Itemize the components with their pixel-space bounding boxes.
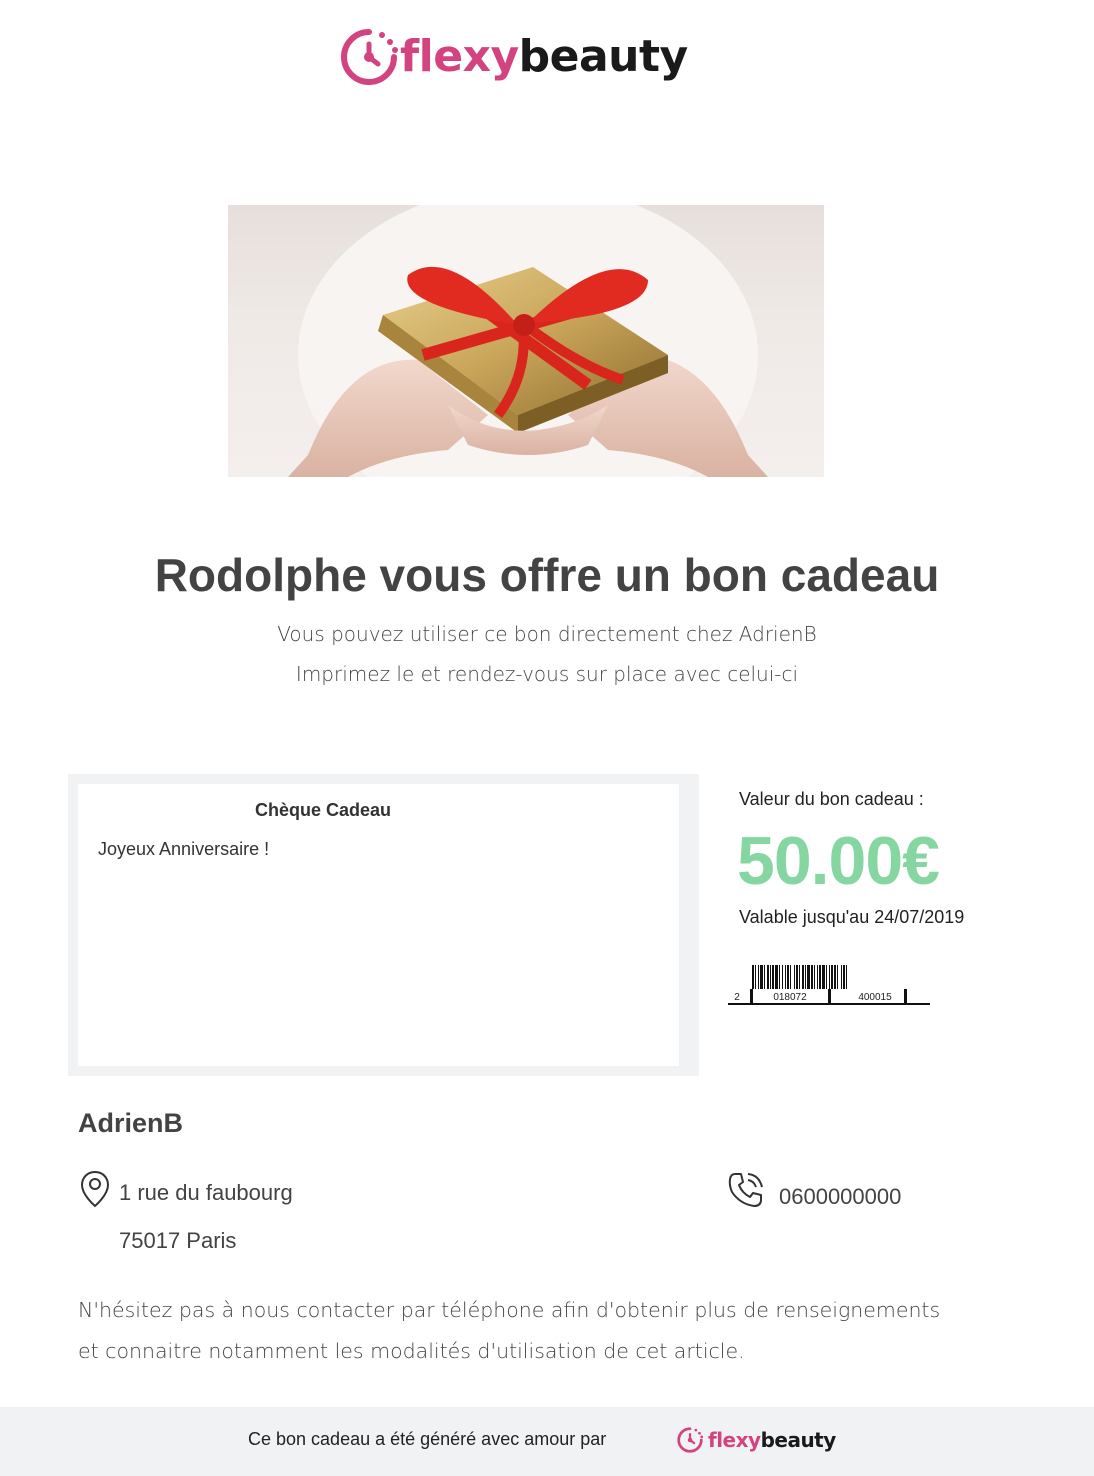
footer: Ce bon cadeau a été généré avec amour pa… <box>0 1407 1094 1476</box>
barcode-baseline <box>728 1003 930 1005</box>
barcode-bar <box>758 965 759 989</box>
barcode-bar <box>785 965 786 989</box>
barcode-bar <box>775 965 778 989</box>
barcode-bar <box>796 965 798 989</box>
barcode-guard <box>904 989 907 1003</box>
barcode-bar <box>799 965 800 989</box>
barcode-bar <box>817 965 818 989</box>
barcode-bar <box>807 965 810 989</box>
merchant-name: AdrienB <box>78 1108 184 1138</box>
barcode-bar <box>755 965 756 989</box>
validity-date: Valable jusqu'au 24/07/2019 <box>739 907 965 927</box>
footer-brand-wordmark: flexybeauty <box>708 1428 836 1452</box>
footer-text: Ce bon cadeau a été généré avec amour pa… <box>248 1429 607 1449</box>
footer-brand-logo: flexybeauty <box>676 1425 836 1455</box>
barcode-bar <box>822 965 825 989</box>
clock-check-icon <box>677 1427 704 1453</box>
barcode-bar <box>826 965 827 989</box>
barcode-bar <box>814 965 815 989</box>
barcode-bar <box>805 965 806 989</box>
barcode-bar <box>782 965 783 989</box>
address-line-1: 1 rue du faubourg <box>119 1180 293 1205</box>
page-title: Rodolphe vous offre un bon cadeau <box>154 549 940 601</box>
barcode-bar <box>764 965 765 989</box>
phone-icon <box>726 1170 766 1210</box>
brand-logo: flexybeauty <box>338 26 688 88</box>
barcode-bar <box>790 965 791 989</box>
gift-photo <box>228 205 824 477</box>
merchant-phone: 0600000000 <box>779 1184 902 1209</box>
barcode-bar <box>843 965 845 989</box>
barcode-bar <box>779 965 780 989</box>
barcode-bar <box>834 965 836 989</box>
location-pin-icon <box>80 1170 110 1208</box>
card-title: Chèque Cadeau <box>254 800 392 820</box>
barcode-guard <box>750 989 753 1003</box>
voucher-card: Chèque Cadeau Joyeux Anniversaire ! <box>68 774 699 1076</box>
barcode-bar <box>802 965 804 989</box>
barcode-digits: 400015 <box>858 992 892 1003</box>
clock-check-icon <box>341 29 398 85</box>
barcode-bar <box>772 965 774 989</box>
barcode-bar <box>794 965 795 989</box>
barcode-bar <box>811 965 813 989</box>
barcode-bar <box>787 965 789 989</box>
subtitle-line-2: Imprimez le et rendez-vous sur place ave… <box>295 662 799 686</box>
contact-line-2: et connaitre notamment les modalités d'u… <box>78 1339 745 1363</box>
brand-wordmark: flexybeauty <box>400 31 688 82</box>
value-label: Valeur du bon cadeau : <box>739 789 924 809</box>
card-message: Joyeux Anniversaire ! <box>98 839 270 859</box>
barcode-bar <box>846 965 847 989</box>
barcode-bar <box>770 965 771 989</box>
gift-in-hands-illustration <box>288 205 768 477</box>
contact-line-1: N'hésitez pas à nous contacter par télép… <box>78 1298 941 1322</box>
barcode-digits: 018072 <box>773 992 807 1003</box>
address-line-2: 75017 Paris <box>119 1228 237 1253</box>
voucher-card-inner: Chèque Cadeau Joyeux Anniversaire ! <box>78 784 679 1066</box>
barcode-bars: 2 018072 400015 <box>728 965 930 1005</box>
barcode-bar <box>829 965 830 989</box>
barcode-digits: 2 <box>734 992 740 1003</box>
subtitle-line-1: Vous pouvez utiliser ce bon directement … <box>277 622 817 646</box>
barcode-bar <box>819 965 821 989</box>
barcode-bar <box>767 965 769 989</box>
barcode-bar <box>760 965 763 989</box>
contact-paragraph: N'hésitez pas à nous contacter par télép… <box>78 1290 1038 1372</box>
barcode-bar <box>831 965 833 989</box>
barcode-bar <box>837 965 838 989</box>
barcode: 2 018072 400015 <box>728 962 930 1006</box>
barcode-bar <box>841 965 842 989</box>
voucher-amount: 50.00€ <box>737 823 940 899</box>
barcode-bar <box>752 965 754 989</box>
barcode-guard <box>828 989 831 1003</box>
